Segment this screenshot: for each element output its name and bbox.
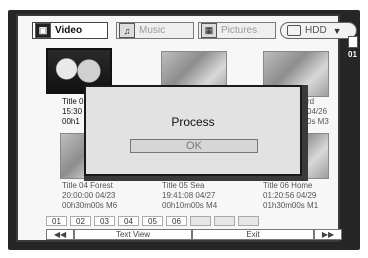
source-selector[interactable]: HDD ▼ <box>280 22 357 39</box>
page-button[interactable] <box>238 216 259 226</box>
picture-icon: ▦ <box>201 23 217 38</box>
source-label: HDD <box>305 25 327 36</box>
disk-icon <box>287 25 301 36</box>
media-tab-bar: ▣ Video ♫ Music ▦ Pictures HDD ▼ <box>32 22 357 39</box>
tab-music[interactable]: ♫ Music <box>116 22 194 39</box>
tab-pictures[interactable]: ▦ Pictures <box>198 22 276 39</box>
bottom-control-bar: ◀◀ Text View Exit ▶▶ <box>46 229 342 240</box>
page-button[interactable] <box>190 216 211 226</box>
dialog-title: Process <box>171 115 215 129</box>
chevron-down-icon: ▼ <box>332 25 342 36</box>
page-icon <box>348 36 358 48</box>
tab-label: Pictures <box>221 25 258 36</box>
next-icon[interactable]: ▶▶ <box>314 229 342 240</box>
page-button[interactable] <box>214 216 235 226</box>
page-button[interactable]: 02 <box>70 216 91 226</box>
tab-label: Music <box>139 25 166 36</box>
thumb-caption: rd 04/26 0s M3 <box>307 97 329 126</box>
page-button[interactable]: 05 <box>142 216 163 226</box>
ok-button[interactable]: OK <box>130 139 258 153</box>
thumb-caption: Title 06 Home 01:20:56 04/29 01h30m00s M… <box>263 181 319 210</box>
film-icon: ▣ <box>35 23 51 38</box>
tab-video[interactable]: ▣ Video <box>32 22 108 39</box>
page-button[interactable]: 03 <box>94 216 115 226</box>
page-number: 01 <box>348 50 357 59</box>
page-button[interactable]: 06 <box>166 216 187 226</box>
thumb-caption: Title 05 Sea 19:41:08 04/27 00h10m00s M4 <box>162 181 218 210</box>
text-view-button[interactable]: Text View <box>74 229 192 240</box>
page-button[interactable]: 01 <box>46 216 67 226</box>
previous-icon[interactable]: ◀◀ <box>46 229 74 240</box>
tab-label: Video <box>55 25 83 36</box>
thumb-caption: Title 0 15:30 00h1 <box>62 97 84 126</box>
music-note-icon: ♫ <box>119 23 135 38</box>
page-button[interactable]: 04 <box>118 216 139 226</box>
process-dialog: Process OK <box>84 85 302 176</box>
page-selector: 01 02 03 04 05 06 <box>46 216 262 226</box>
exit-button[interactable]: Exit <box>192 229 314 240</box>
thumb-caption: Title 04 Forest 20:00:00 04/23 00h30m00s… <box>62 181 118 210</box>
